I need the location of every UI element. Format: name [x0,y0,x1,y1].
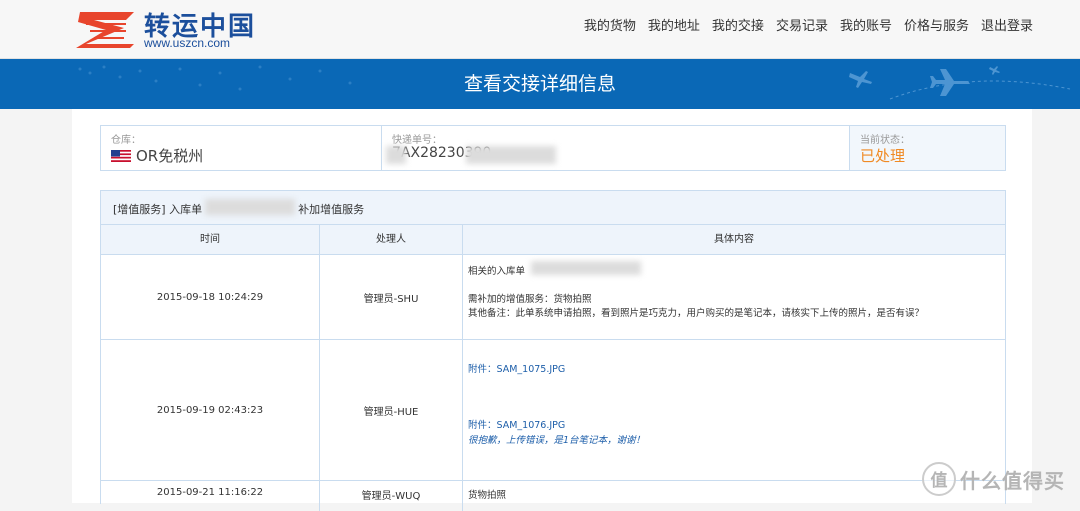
row-content: 相关的入库单 需补加的增值服务：货物拍照 其他备注：此单系统申请拍照，看到照片是… [463,255,1005,339]
watermark: 值 什么值得买 [922,462,1072,496]
page-banner: 查看交接详细信息 [0,59,1080,109]
logo-url: www.uszcn.com [144,36,231,50]
warehouse-value: OR免税州 [136,147,204,165]
content-line: 需补加的增值服务：货物拍照 [468,294,592,305]
status-cell: 当前状态： 已处理 [850,126,1005,170]
content-line: 其他备注：此单系统申请拍照，看到照片是巧克力，用户购买的是笔记本，请核实下上传的… [468,308,925,319]
ticket-header: [增值服务] 入库单 补加增值服务 [101,191,1005,225]
site-logo[interactable]: 转运中国 www.uszcn.com [76,6,256,52]
redaction [205,199,295,215]
warehouse-label: 仓库： [111,135,141,146]
content-line: 货物拍照 [468,490,507,501]
watermark-text: 什么值得买 [960,469,1065,493]
us-flag-icon [111,150,131,162]
row-handler: 管理员-SHU [320,255,463,339]
nav-pricing[interactable]: 价格与服务 [904,18,969,36]
column-header-content: 具体内容 [714,234,754,245]
handover-detail-table: [增值服务] 入库单 补加增值服务 时间 处理人 具体内容 2015-09-18 … [100,190,1006,511]
attachment-link[interactable]: 附件：SAM_1076.JPG [468,417,565,431]
table-row: 2015-09-18 10:24:29 管理员-SHU 相关的入库单 需补加的增… [101,255,1005,340]
airplane-icon [849,66,1071,100]
content-line: 相关的入库单 [468,266,526,277]
table-row: 2015-09-19 02:43:23 管理员-HUE 附件：SAM_1075.… [101,340,1005,481]
row-time: 2015-09-19 02:43:23 [101,340,320,480]
nav-logout[interactable]: 退出登录 [981,18,1033,36]
row-content: 附件：SAM_1075.JPG 附件：SAM_1076.JPG 很抱歉，上传错误… [463,340,1005,480]
row-time: 2015-09-21 11:16:22 [101,481,320,511]
status-badge: 已处理 [860,147,906,165]
attachment-link[interactable]: 附件：SAM_1075.JPG [468,361,565,375]
nav-my-handover[interactable]: 我的交接 [712,18,764,36]
site-header: 转运中国 www.uszcn.com 我的货物 我的地址 我的交接 交易记录 我… [0,0,1080,59]
row-handler: 管理员-HUE [320,340,463,480]
handover-summary: 仓库： OR免税州 快递单号： 7AX28230390 当前状态： 已处理 [100,125,1006,171]
table-header-row: 时间 处理人 具体内容 [101,225,1005,255]
redaction [531,261,641,275]
ticket-header-prefix: [增值服务] 入库单 [113,203,203,216]
nav-my-goods[interactable]: 我的货物 [584,18,636,36]
column-header-handler: 处理人 [320,225,463,254]
row-time: 2015-09-18 10:24:29 [101,255,320,339]
nav-my-account[interactable]: 我的账号 [840,18,892,36]
redaction [386,146,406,164]
content-line: 很抱歉，上传错误，是1台笔记本，谢谢！ [468,435,646,446]
column-header-time: 时间 [101,225,320,254]
ticket-header-suffix: 补加增值服务 [298,203,365,216]
table-row: 2015-09-21 11:16:22 管理员-WUQ 货物拍照 [101,481,1005,511]
status-label: 当前状态： [860,135,910,146]
row-handler: 管理员-WUQ [320,481,463,511]
main-nav: 我的货物 我的地址 我的交接 交易记录 我的账号 价格与服务 退出登录 [572,18,1033,36]
tracking-label: 快递单号： [392,135,442,146]
nav-my-address[interactable]: 我的地址 [648,18,700,36]
content-panel: 仓库： OR免税州 快递单号： 7AX28230390 当前状态： 已处理 [增… [72,109,1032,511]
redaction [466,146,556,164]
logo-mark-icon [76,12,134,48]
nav-transactions[interactable]: 交易记录 [776,18,828,36]
warehouse-cell: 仓库： OR免税州 [101,126,382,170]
watermark-badge-icon: 值 [922,462,956,496]
tracking-cell: 快递单号： 7AX28230390 [382,126,850,170]
